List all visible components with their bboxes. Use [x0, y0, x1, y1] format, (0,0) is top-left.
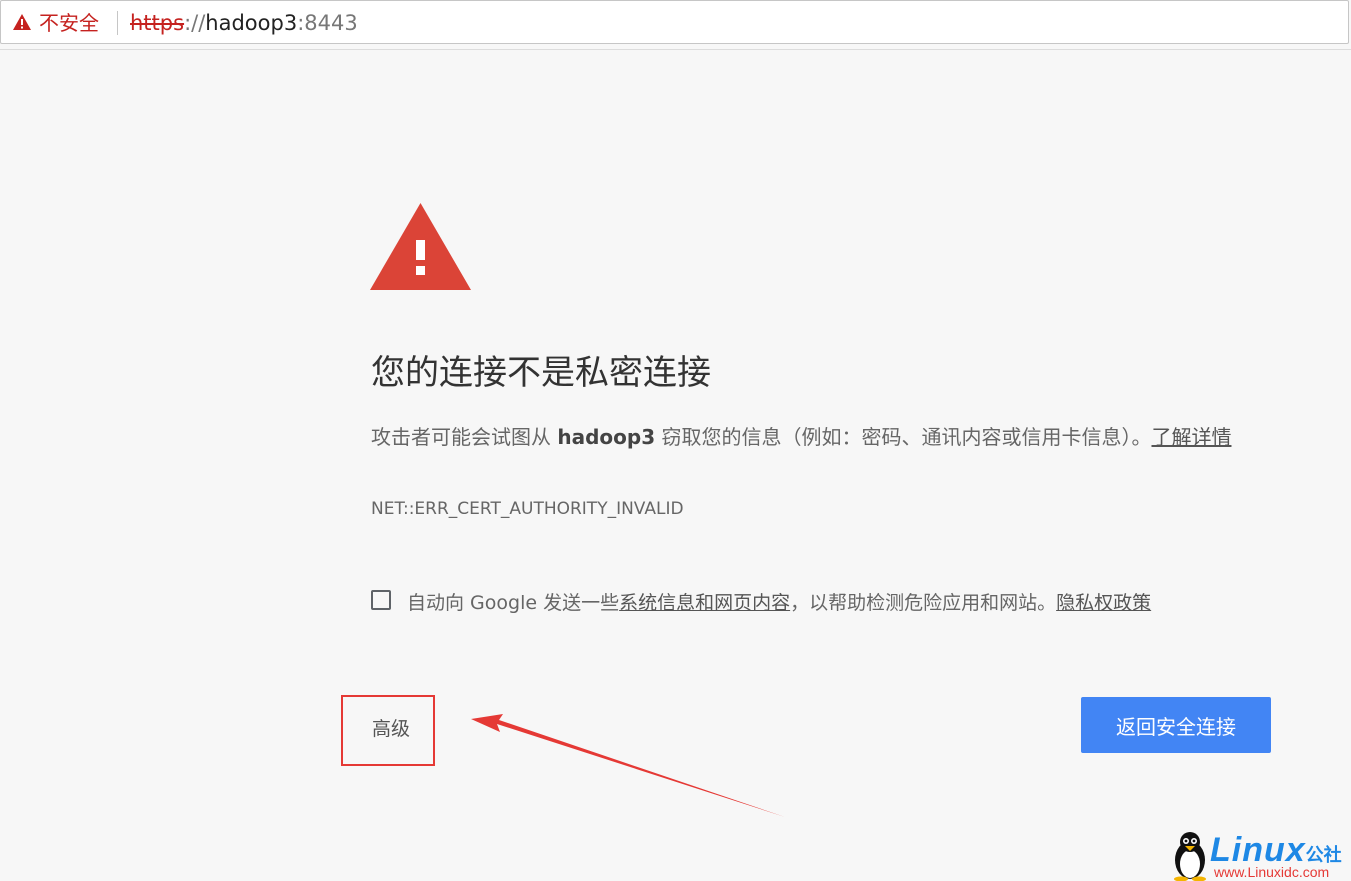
watermark: Linux公社 www.Linuxidc.com	[1170, 830, 1351, 881]
watermark-brand-cn: 公社	[1305, 845, 1342, 865]
url-host: hadoop3	[205, 11, 298, 35]
message-prefix: 攻击者可能会试图从	[371, 425, 558, 449]
page-title: 您的连接不是私密连接	[371, 353, 711, 393]
toolbar-divider	[0, 49, 1351, 50]
learn-more-link[interactable]: 了解详情	[1151, 425, 1231, 449]
separator	[117, 11, 118, 35]
message-host: hadoop3	[557, 425, 656, 449]
checkbox-text-suffix: ，以帮助检测危险应用和网站。	[790, 592, 1057, 614]
penguin-logo-icon	[1174, 832, 1206, 881]
back-to-safety-button[interactable]: 返回安全连接	[1081, 697, 1271, 753]
security-status-label[interactable]: 不安全	[39, 10, 99, 36]
url-scheme: https	[130, 11, 185, 35]
advanced-button-highlight: 高级	[341, 695, 435, 766]
warning-message: 攻击者可能会试图从 hadoop3 窃取您的信息（例如：密码、通讯内容或信用卡信…	[371, 420, 1271, 455]
report-checkbox[interactable]	[371, 590, 391, 610]
checkbox-label: 自动向 Google 发送一些系统信息和网页内容，以帮助检测危险应用和网站。隐私…	[407, 588, 1151, 618]
url-text[interactable]: https://hadoop3:8443	[130, 10, 358, 36]
advanced-button[interactable]: 高级	[372, 714, 410, 744]
watermark-url: www.Linuxidc.com	[1214, 864, 1330, 880]
warning-triangle-icon[interactable]	[12, 13, 32, 31]
warning-triangle-icon	[370, 203, 471, 290]
system-info-link[interactable]: 系统信息和网页内容	[619, 592, 790, 614]
url-port: :8443	[297, 11, 358, 35]
privacy-policy-link[interactable]: 隐私权政策	[1056, 592, 1151, 614]
checkbox-text-prefix: 自动向 Google 发送一些	[407, 592, 620, 614]
error-code: NET::ERR_CERT_AUTHORITY_INVALID	[371, 499, 684, 519]
url-slashes: ://	[184, 11, 206, 35]
address-bar[interactable]: 不安全 https://hadoop3:8443	[0, 0, 1349, 44]
message-suffix: 窃取您的信息（例如：密码、通讯内容或信用卡信息）。	[655, 425, 1152, 449]
